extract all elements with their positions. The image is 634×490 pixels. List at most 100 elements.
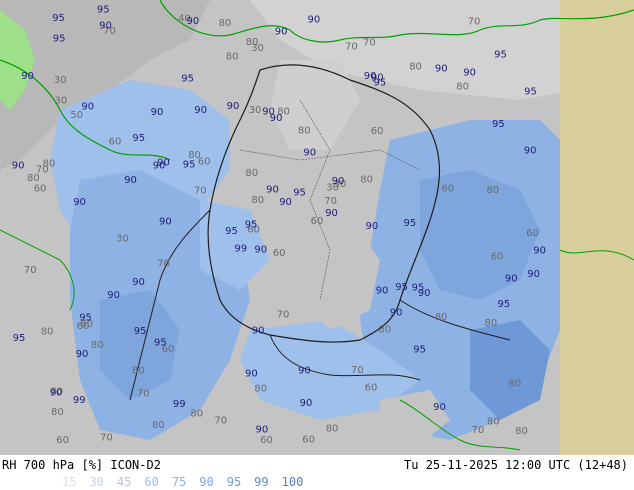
contour-label: 70 (363, 37, 376, 48)
contour-label: 90 (132, 277, 145, 288)
contour-label: 30 (249, 105, 262, 116)
contour-label: 70 (137, 389, 150, 400)
contour-label: 95 (494, 50, 507, 61)
contour-label: 70 (24, 265, 37, 276)
contour-label: 80 (251, 195, 264, 206)
contour-label: 95 (293, 187, 306, 198)
contour-label: 90 (50, 387, 63, 398)
contour-label: 30 (55, 96, 68, 107)
contour-label: 90 (279, 197, 292, 208)
product-title: RH 700 hPa [%] ICON-D2 (2, 458, 161, 472)
contour-label: 90 (194, 105, 207, 116)
contour-label: 80 (485, 318, 498, 329)
contour-label: 90 (270, 113, 283, 124)
contour-label: 95 (413, 344, 426, 355)
contour-label: 90 (275, 27, 288, 38)
contour-label: 95 (374, 77, 387, 88)
contour-label: 80 (51, 407, 64, 418)
contour-label: 80 (515, 426, 528, 437)
contour-label: 80 (226, 51, 239, 62)
contour-label: 80 (486, 185, 499, 196)
contour-label: 90 (533, 245, 546, 256)
contour-label: 95 (154, 338, 167, 349)
contour-label: 90 (463, 67, 476, 78)
contour-label: 70 (351, 365, 364, 376)
legend-level-100: 100 (281, 475, 304, 489)
legend-level-90: 90 (199, 475, 214, 489)
contour-label: 90 (187, 16, 200, 27)
contour-label: 95 (134, 326, 147, 337)
contour-label: 90 (366, 221, 379, 232)
contour-label: 90 (325, 208, 338, 219)
contour-label: 90 (298, 365, 311, 376)
contour-label: 90 (266, 184, 279, 195)
contour-label: 60 (371, 126, 384, 137)
contour-label: 90 (376, 285, 389, 296)
contour-label: 95 (181, 73, 194, 84)
contour-label: 90 (254, 245, 267, 256)
legend-level-45: 45 (116, 475, 132, 489)
contour-label: 95 (52, 13, 65, 24)
contour-label: 80 (487, 416, 500, 427)
contour-label: 80 (435, 312, 448, 323)
contour-label: 90 (81, 101, 94, 112)
contour-label: 95 (245, 220, 258, 231)
contour-label: 95 (524, 86, 537, 97)
contour-label: 80 (245, 168, 258, 179)
contour-label: 70 (472, 425, 485, 436)
contour-label: 95 (183, 160, 196, 171)
contour-label: 95 (13, 333, 26, 344)
contour-label: 95 (132, 133, 145, 144)
contour-label: 80 (132, 365, 145, 376)
contour-label: 95 (53, 34, 66, 45)
contour-label: 99 (173, 399, 186, 410)
contour-label: 80 (254, 384, 267, 395)
contour-label: 30 (116, 234, 129, 245)
contour-label: 70 (214, 416, 227, 427)
contour-label: 90 (245, 369, 258, 380)
legend-level-95: 95 (226, 475, 242, 489)
contour-label: 70 (468, 17, 481, 28)
contour-label: 90 (227, 101, 240, 112)
contour-label: 60 (273, 248, 286, 259)
contour-label: 95 (412, 283, 425, 294)
contour-label: 80 (378, 325, 391, 336)
contour-label: 95 (97, 4, 110, 15)
contour-label: 90 (159, 216, 172, 227)
contour-label: 95 (225, 226, 238, 237)
contour-label: 99 (234, 243, 247, 254)
contour-label: 80 (298, 125, 311, 136)
relative-humidity-map: 6050608030607080906070809095996070309080… (0, 0, 634, 455)
legend-level-99: 99 (254, 475, 269, 489)
contour-label: 70 (194, 185, 207, 196)
contour-label: 90 (332, 176, 345, 187)
contour-label: 90 (252, 325, 265, 336)
contour-label: 80 (246, 37, 259, 48)
contour-label: 90 (107, 290, 120, 301)
contour-label: 80 (190, 409, 203, 420)
contour-label: 90 (12, 161, 25, 172)
contour-label: 60 (526, 228, 539, 239)
map-footer: RH 700 hPa [%] ICON-D2 Tu 25-11-2025 12:… (0, 455, 634, 490)
weather-map: 60 50 60 80 30 60 70 80 90 60 70 80 90 95 99 60 70 30 90 80… (0, 0, 634, 455)
contour-label: 90 (300, 398, 313, 409)
contour-label: 90 (524, 145, 537, 156)
contour-label: 80 (188, 150, 201, 161)
contour-label: 90 (151, 107, 164, 118)
contour-label: 80 (409, 61, 422, 72)
contour-label: 90 (124, 175, 137, 186)
contour-label: 80 (456, 82, 469, 93)
legend-level-75: 75 (171, 475, 187, 489)
contour-label: 95 (395, 282, 408, 293)
legend-level-30: 30 (89, 475, 104, 489)
contour-label: 99 (73, 395, 86, 406)
outside-model-domain (560, 0, 634, 455)
contour-label: 60 (56, 435, 69, 446)
legend-level-60: 60 (144, 475, 159, 489)
contour-label: 90 (527, 269, 540, 280)
contour-label: 90 (390, 308, 403, 319)
contour-label: 80 (152, 420, 165, 431)
valid-time: Tu 25-11-2025 12:00 UTC (12+48) (404, 458, 628, 472)
contour-label: 90 (435, 63, 448, 74)
contour-label: 95 (79, 312, 92, 323)
